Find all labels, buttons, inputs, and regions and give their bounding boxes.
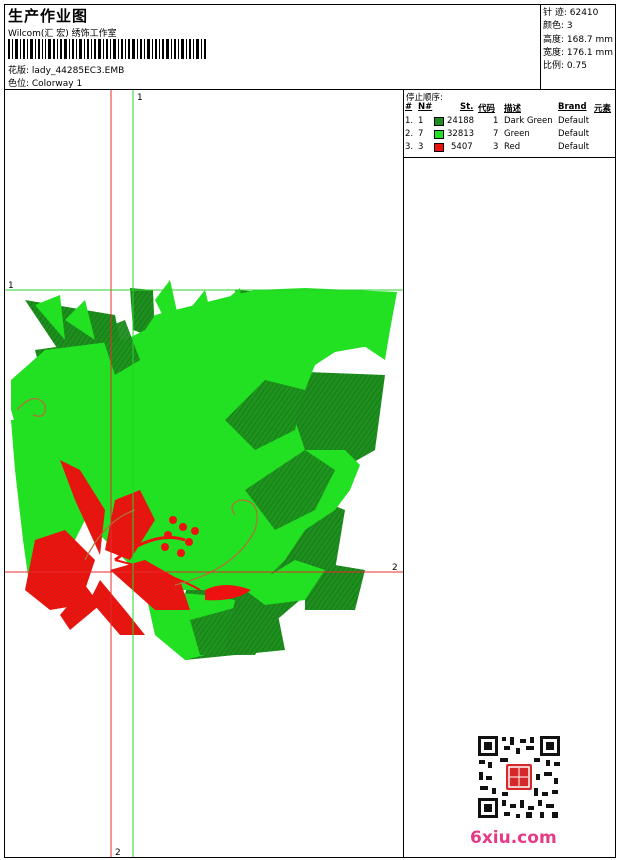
barcode bbox=[8, 39, 206, 59]
row-code: 3 bbox=[493, 142, 499, 152]
color-swatch bbox=[434, 117, 444, 126]
panel-divider bbox=[403, 90, 404, 857]
row-stitches: 5407 bbox=[451, 142, 473, 152]
qr-code bbox=[476, 734, 562, 820]
stitch-count: 针 迹: 62410 bbox=[543, 8, 599, 18]
table-row: 2. 7 32813 7 Green Default bbox=[404, 129, 616, 142]
colorway-label: 色位: Colorway 1 bbox=[8, 79, 83, 89]
col-header-index: # bbox=[405, 102, 413, 112]
col-header-code: 代码 bbox=[478, 104, 496, 114]
design-width: 宽度: 176.1 mm bbox=[543, 47, 614, 58]
row-code: 1 bbox=[493, 116, 499, 126]
design-height: 高度: 168.7 mm bbox=[543, 34, 614, 45]
table-bottom-rule bbox=[404, 157, 616, 158]
row-needle: 7 bbox=[418, 129, 424, 139]
production-sheet: 生产作业图 Wilcom(汇 宏) 绣饰工作室 花版: lady_44285EC… bbox=[4, 4, 616, 858]
row-description: Dark Green bbox=[504, 116, 553, 126]
site-watermark: 6xiu.com bbox=[470, 828, 557, 848]
row-stitches: 32813 bbox=[447, 129, 475, 139]
color-count: 颜色: 3 bbox=[543, 21, 573, 32]
info-panel: 针 迹: 62410 颜色: 3 高度: 168.7 mm 宽度: 176.1 … bbox=[540, 5, 617, 89]
row-description: Green bbox=[504, 129, 530, 139]
color-swatch bbox=[434, 143, 444, 152]
color-swatch bbox=[434, 130, 444, 139]
table-row: 1. 1 24188 1 Dark Green Default bbox=[404, 116, 616, 129]
col-header-stitches: St. bbox=[460, 102, 474, 112]
page-title: 生产作业图 bbox=[8, 7, 89, 25]
row-brand: Default bbox=[558, 129, 590, 139]
row-code: 7 bbox=[493, 129, 499, 139]
col-header-element: 元素 bbox=[594, 104, 612, 114]
pattern-filename: 花版: lady_44285EC3.EMB bbox=[8, 66, 125, 76]
guide-marker-bottom: 2 bbox=[115, 848, 121, 857]
col-header-description: 描述 bbox=[504, 104, 522, 114]
col-header-brand: Brand bbox=[558, 102, 587, 112]
row-brand: Default bbox=[558, 116, 590, 126]
row-index: 1. bbox=[405, 116, 414, 126]
row-description: Red bbox=[504, 142, 521, 152]
embroidery-design-canvas: 1 1 2 2 bbox=[5, 90, 403, 857]
header-block: 生产作业图 Wilcom(汇 宏) 绣饰工作室 花版: lady_44285EC… bbox=[5, 5, 539, 89]
scale-value: 比例: 0.75 bbox=[543, 61, 587, 72]
guide-marker-top: 1 bbox=[137, 93, 143, 103]
row-brand: Default bbox=[558, 142, 590, 152]
stop-sequence-table: 停止顺序: # N# St. 代码 描述 Brand 元素 1. 1 24188… bbox=[404, 90, 616, 156]
company-name: Wilcom(汇 宏) 绣饰工作室 bbox=[8, 29, 117, 39]
row-stitches: 24188 bbox=[447, 116, 475, 126]
row-needle: 3 bbox=[418, 142, 424, 152]
row-index: 3. bbox=[405, 142, 414, 152]
guide-marker-left: 1 bbox=[8, 281, 14, 291]
row-needle: 1 bbox=[418, 116, 424, 126]
table-row: 3. 3 5407 3 Red Default bbox=[404, 142, 616, 155]
guide-marker-right: 2 bbox=[392, 563, 398, 573]
col-header-needle: N# bbox=[418, 102, 433, 112]
row-index: 2. bbox=[405, 129, 414, 139]
